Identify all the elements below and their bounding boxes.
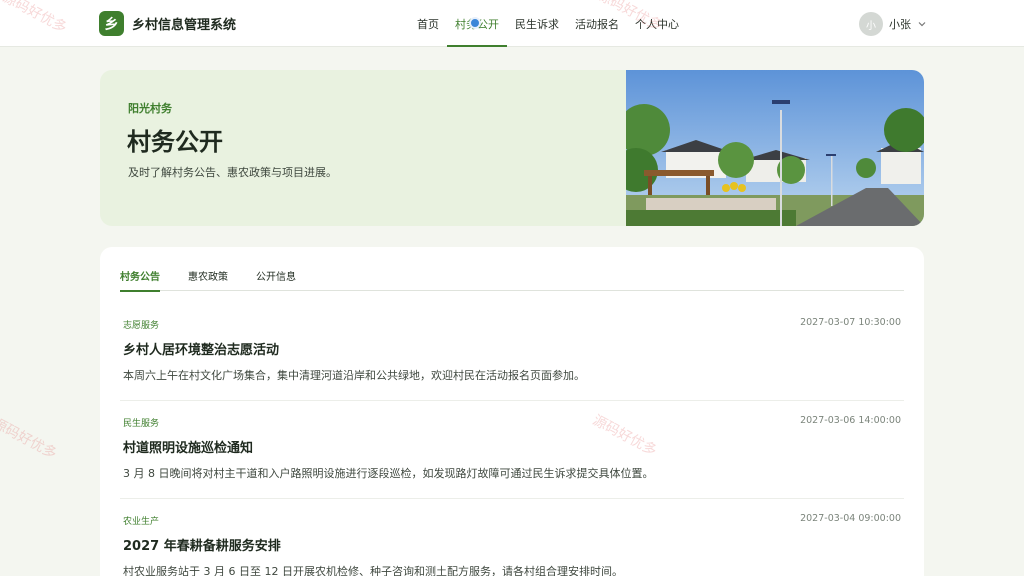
news-title[interactable]: 乡村人居环境整治志愿活动 xyxy=(123,339,279,358)
user-menu[interactable]: 小 小张 xyxy=(859,12,927,36)
hero-subtitle: 及时了解村务公告、惠农政策与项目进展。 xyxy=(128,166,337,179)
list-item[interactable]: 农业生产 2027-03-04 09:00:00 2027 年春耕备耕服务安排 … xyxy=(120,499,904,576)
avatar: 小 xyxy=(859,12,883,36)
news-title[interactable]: 村道照明设施巡检通知 xyxy=(123,437,253,456)
logo: 乡 xyxy=(99,11,124,36)
watermark: 源码好优多 xyxy=(0,415,60,463)
category-tag: 民生服务 xyxy=(123,419,160,429)
news-summary: 本周六上午在村文化广场集合，集中清理河道沿岸和公共绿地，欢迎村民在活动报名页面参… xyxy=(123,369,585,382)
timestamp: 2027-03-07 10:30:00 xyxy=(800,317,901,328)
list-item[interactable]: 志愿服务 2027-03-07 10:30:00 乡村人居环境整治志愿活动 本周… xyxy=(120,303,904,401)
nav-item-home[interactable]: 首页 xyxy=(409,0,447,47)
page-title: 村务公开 xyxy=(127,128,223,156)
brand[interactable]: 乡 乡村信息管理系统 xyxy=(99,11,236,36)
village-photo xyxy=(626,70,924,226)
tab-public-info[interactable]: 公开信息 xyxy=(256,265,296,291)
timestamp: 2027-03-06 14:00:00 xyxy=(800,415,901,426)
nav-item-events[interactable]: 活动报名 xyxy=(567,0,627,47)
nav-item-profile[interactable]: 个人中心 xyxy=(627,0,687,47)
tab-policies[interactable]: 惠农政策 xyxy=(188,265,228,291)
content-card: 村务公告 惠农政策 公开信息 志愿服务 2027-03-07 10:30:00 … xyxy=(100,247,924,576)
news-summary: 村农业服务站于 3 月 6 日至 12 日开展农机检修、种子咨询和测土配方服务，… xyxy=(123,565,623,576)
news-title[interactable]: 2027 年春耕备耕服务安排 xyxy=(123,535,281,554)
timestamp: 2027-03-04 09:00:00 xyxy=(800,513,901,524)
cursor-indicator xyxy=(469,17,481,29)
nav-item-appeals[interactable]: 民生诉求 xyxy=(507,0,567,47)
app-title: 乡村信息管理系统 xyxy=(132,18,237,33)
top-navbar: 乡 乡村信息管理系统 首页 村务公开 民生诉求 活动报名 个人中心 小 小张 xyxy=(0,0,1024,47)
hero-banner: 阳光村务 村务公开 及时了解村务公告、惠农政策与项目进展。 xyxy=(100,70,924,226)
affairs-tabs: 村务公告 惠农政策 公开信息 xyxy=(120,265,904,292)
tab-announcements[interactable]: 村务公告 xyxy=(120,265,160,292)
news-summary: 3 月 8 日晚间将对村主干道和入户路照明设施进行逐段巡检，如发现路灯故障可通过… xyxy=(123,467,654,480)
main-nav: 首页 村务公开 民生诉求 活动报名 个人中心 xyxy=(409,0,687,47)
category-tag: 志愿服务 xyxy=(123,321,160,331)
chevron-down-icon xyxy=(918,22,926,27)
category-tag: 农业生产 xyxy=(123,517,160,527)
list-item[interactable]: 民生服务 2027-03-06 14:00:00 村道照明设施巡检通知 3 月 … xyxy=(120,401,904,499)
user-name: 小张 xyxy=(889,18,911,31)
announcement-list: 志愿服务 2027-03-07 10:30:00 乡村人居环境整治志愿活动 本周… xyxy=(120,303,904,576)
hero-kicker: 阳光村务 xyxy=(128,102,172,115)
